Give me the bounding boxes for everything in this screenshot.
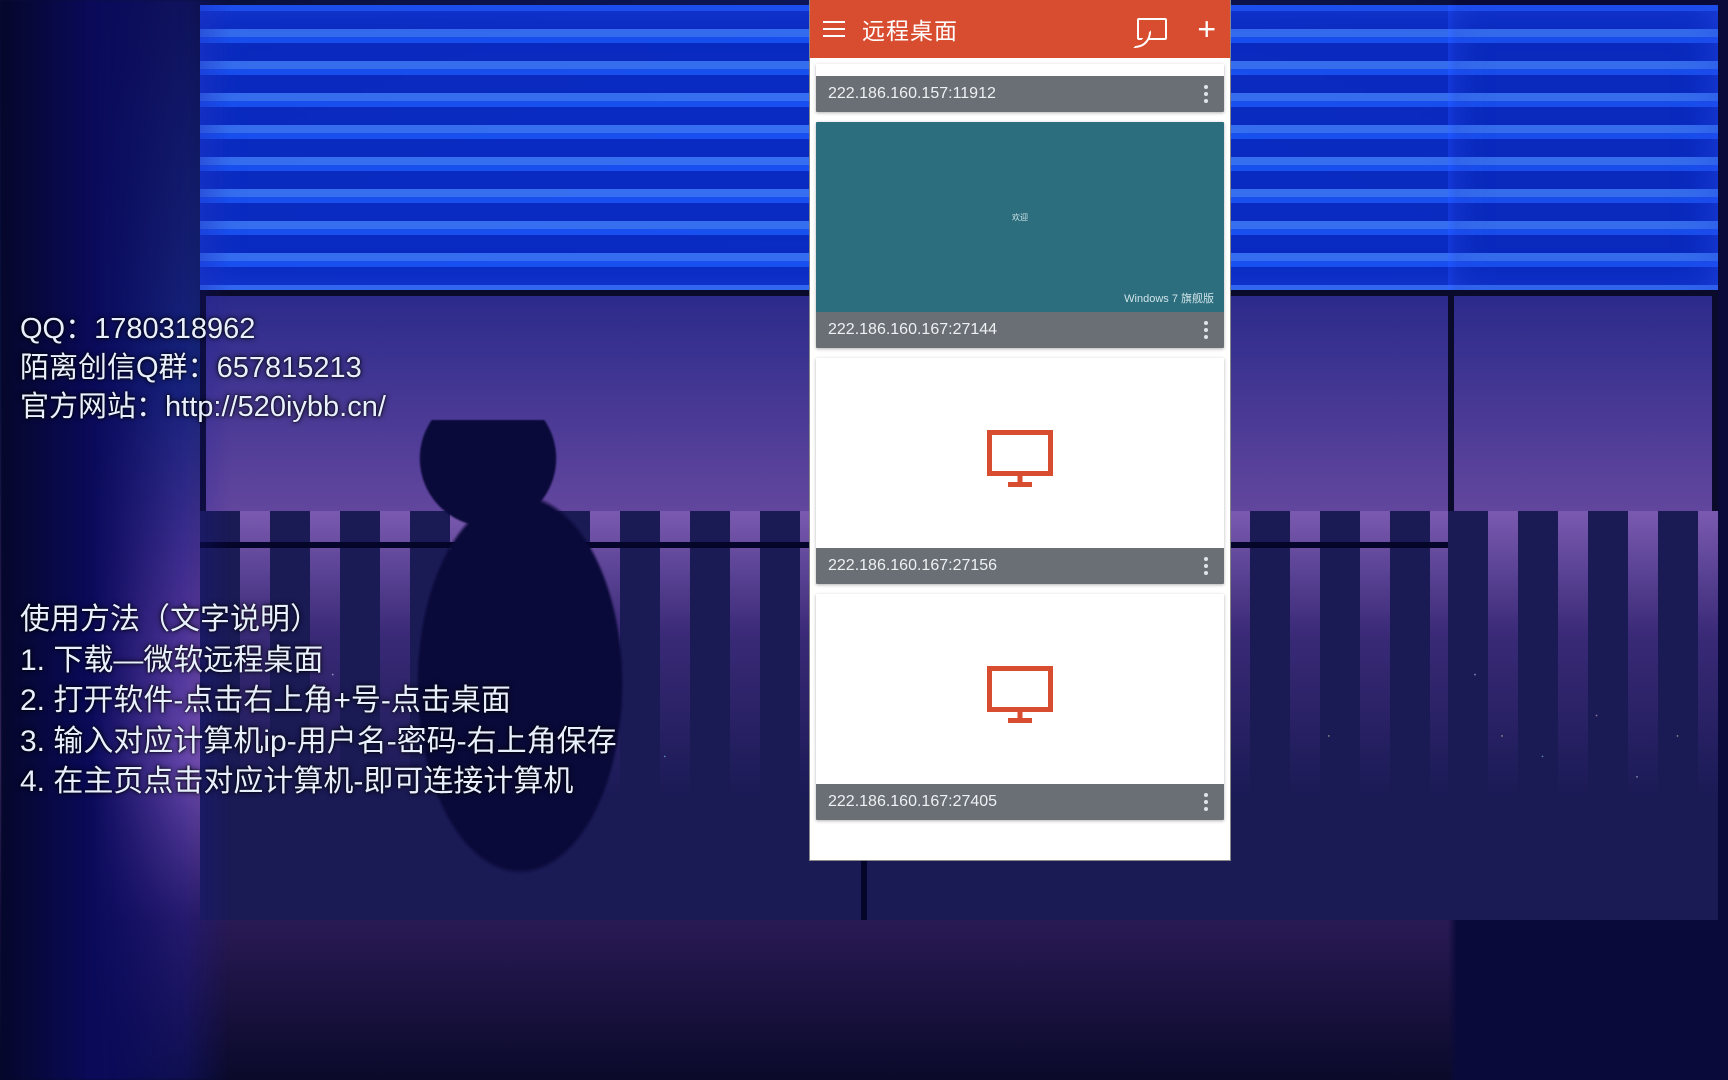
connection-address: 222.186.160.167:27156 [828,557,1200,575]
connection-menu-icon[interactable] [1200,553,1212,579]
connection-card[interactable]: 222.186.160.167:27405 [816,594,1224,820]
connection-address: 222.186.160.167:27144 [828,321,1200,339]
connection-preview-placeholder [816,358,1224,548]
connection-bar: 222.186.160.157:11912 [816,76,1224,112]
connection-menu-icon[interactable] [1200,81,1212,107]
app-bar: 远程桌面 + [810,0,1230,58]
monitor-icon [987,666,1053,712]
connection-address: 222.186.160.157:11912 [828,85,1200,103]
hamburger-menu-icon[interactable] [818,13,850,45]
connection-card[interactable]: 222.186.160.157:11912 [816,64,1224,112]
monitor-icon [987,430,1053,476]
right-strip-decor [1448,0,1728,1080]
windows7-caption: Windows 7 旗舰版 [1124,290,1214,306]
connection-preview-live: 欢迎 Windows 7 旗舰版 [816,122,1224,312]
qq-value: 1780318962 [94,313,255,345]
steps-heading: 使用方法（文字说明） [20,600,617,641]
connection-bar: 222.186.160.167:27156 [816,548,1224,584]
connection-address: 222.186.160.167:27405 [828,793,1200,811]
connection-bar: 222.186.160.167:27144 [816,312,1224,348]
connection-menu-icon[interactable] [1200,317,1212,343]
connection-card[interactable]: 222.186.160.167:27156 [816,358,1224,584]
step-2: 2. 打开软件-点击右上角+号-点击桌面 [20,681,617,722]
group-label: 陌离创信Q群： [20,352,217,384]
connection-menu-icon[interactable] [1200,789,1212,815]
site-label: 官方网站： [20,391,165,423]
curtain-left-decor [0,0,230,1080]
contact-info-block: QQ：1780318962 陌离创信Q群：657815213 官方网站：http… [20,310,386,427]
connection-preview [816,64,1224,76]
cast-screen-icon[interactable] [1137,18,1167,40]
connection-preview-placeholder [816,594,1224,784]
site-url: http://520iybb.cn/ [165,391,386,423]
connection-list: 222.186.160.157:11912 欢迎 Windows 7 旗舰版 2… [810,58,1230,860]
phone-screenshot: 远程桌面 + 222.186.160.157:11912 欢迎 Windows … [810,0,1230,860]
step-1: 1. 下载—微软远程桌面 [20,641,617,682]
connection-bar: 222.186.160.167:27405 [816,784,1224,820]
qq-label: QQ： [20,313,94,345]
preview-welcome-text: 欢迎 [1012,212,1028,223]
connection-card[interactable]: 欢迎 Windows 7 旗舰版 222.186.160.167:27144 [816,122,1224,348]
step-4: 4. 在主页点击对应计算机-即可连接计算机 [20,762,617,803]
step-3: 3. 输入对应计算机ip-用户名-密码-右上角保存 [20,722,617,763]
group-value: 657815213 [217,352,362,384]
app-title: 远程桌面 [862,12,1137,46]
add-connection-icon[interactable]: + [1191,13,1222,45]
usage-steps-block: 使用方法（文字说明） 1. 下载—微软远程桌面 2. 打开软件-点击右上角+号-… [20,600,617,803]
